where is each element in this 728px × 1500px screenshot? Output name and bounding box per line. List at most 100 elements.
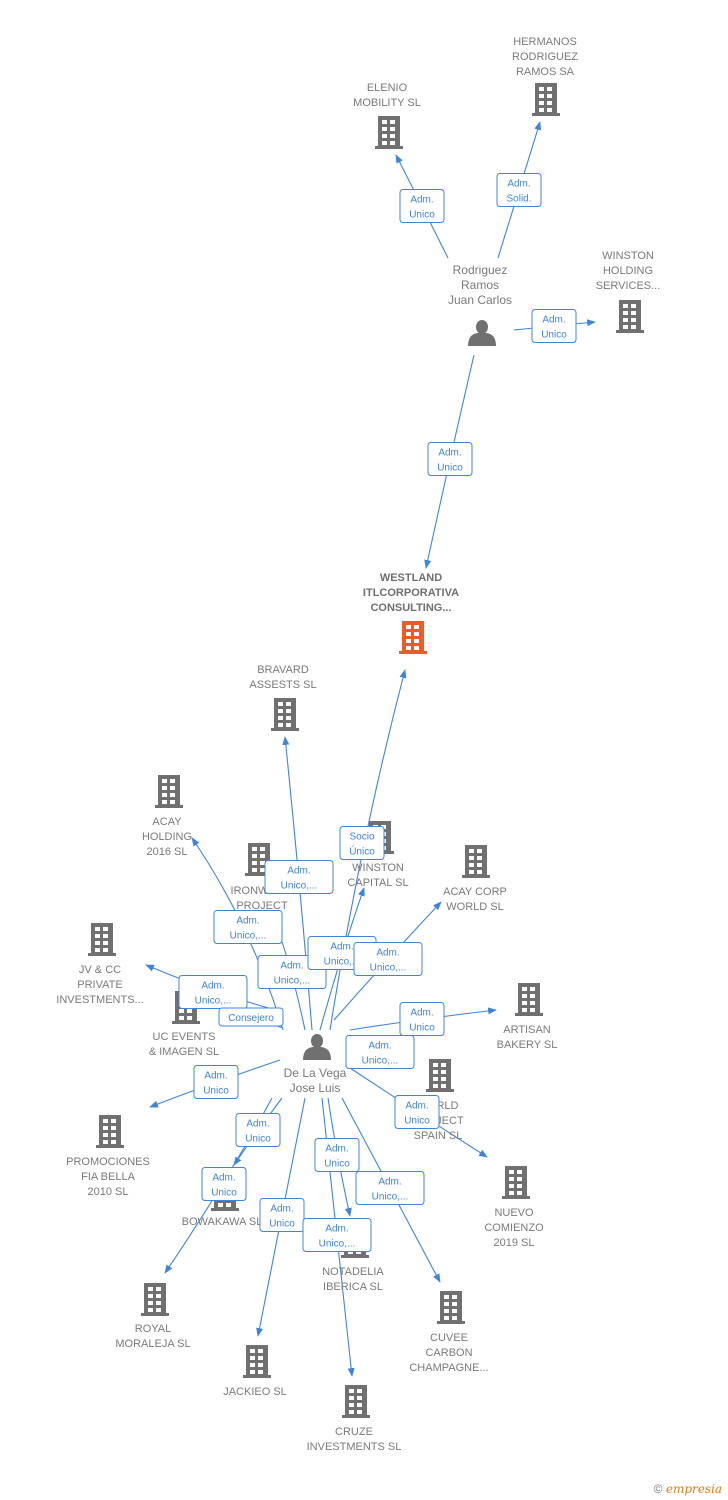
edge-label-text: Unico xyxy=(211,1188,237,1199)
edge-label-text: Unico xyxy=(203,1086,229,1097)
edge-label-text: Adm. xyxy=(325,1224,348,1235)
building-icon xyxy=(437,1291,465,1324)
node-label: ARTISAN xyxy=(503,1024,551,1036)
node-label: Rodriguez xyxy=(453,263,508,277)
node-cruze[interactable]: CRUZE INVESTMENTS SL xyxy=(307,1385,402,1453)
edge-label-box[interactable]: Adm. Unico xyxy=(399,1002,445,1036)
edge-label-text: Adm. xyxy=(287,866,310,877)
edge-label-text: Adm. xyxy=(376,948,399,959)
person-icon xyxy=(303,1034,331,1060)
empresia-logo[interactable]: empresia xyxy=(666,1482,722,1496)
node-delavega[interactable]: De La VegaJose Luis xyxy=(284,1034,347,1095)
node-acay_holding[interactable]: ACAY HOLDING 2016 SL xyxy=(142,775,192,858)
node-label: BOWAKAWA SL xyxy=(182,1216,263,1228)
node-label: RODRIGUEZ xyxy=(512,51,578,63)
edge-label-text: Adm. xyxy=(438,448,461,459)
edge-label-text: Adm. xyxy=(325,1144,348,1155)
node-label: CONSULTING... xyxy=(370,602,451,614)
edge-label-box[interactable]: Adm. Unico,... xyxy=(345,1035,415,1069)
node-label: CHAMPAGNE... xyxy=(409,1362,488,1374)
node-label: UC EVENTS xyxy=(153,1031,216,1043)
edge-label-text: Adm. xyxy=(280,961,303,972)
edge-label-box[interactable]: Adm. Unico xyxy=(259,1198,305,1232)
node-label: MOBILITY SL xyxy=(353,97,421,109)
node-label: ELENIO xyxy=(367,82,408,94)
edge-label-text: Adm. xyxy=(212,1173,235,1184)
edge-label-box[interactable]: Adm. Unico,... xyxy=(353,942,423,976)
node-label: ACAY CORP xyxy=(443,886,507,898)
node-label: 2019 SL xyxy=(494,1237,535,1249)
node-acay_corp[interactable]: ACAY CORP WORLD SL xyxy=(443,845,507,913)
node-label: WINSTON xyxy=(602,250,654,262)
node-label: 2010 SL xyxy=(88,1186,129,1198)
node-promociones[interactable]: PROMOCIONES FIA BELLA 2010 SL xyxy=(66,1115,150,1198)
edge-label-text: Adm. xyxy=(405,1101,428,1112)
node-winston_holding[interactable]: WINSTON HOLDING SERVICES... xyxy=(596,250,661,333)
node-label: SPAIN SL xyxy=(414,1130,463,1142)
node-label: INVESTMENTS... xyxy=(56,994,143,1006)
edge-label-text: Unico,... xyxy=(274,976,311,987)
node-cuvee[interactable]: CUVEE CARBON CHAMPAGNE... xyxy=(409,1291,489,1374)
node-label: WESTLAND xyxy=(380,572,442,584)
edge-label-text: Unico xyxy=(541,330,567,341)
edge-label-text: Unico,... xyxy=(372,1192,409,1203)
edge-label-box[interactable]: Adm. Solid. xyxy=(496,173,542,207)
edge-label-box[interactable]: Adm. Unico,... xyxy=(213,910,283,944)
node-label: CARBON xyxy=(425,1347,472,1359)
edge-label-box[interactable]: Adm. Unico xyxy=(235,1113,281,1147)
edge-label-box[interactable]: Adm. Unico,... xyxy=(178,975,248,1009)
edge-labels-layer: Adm. Unico Adm. Solid. Adm. Unico Adm. Unico Soc… xyxy=(178,173,577,1252)
edge-label-box[interactable]: Adm. Unico xyxy=(314,1138,360,1172)
edge-label-box[interactable]: Consejero xyxy=(218,1007,284,1027)
node-label: NOTADELIA xyxy=(322,1266,384,1278)
copyright-footer: © empresia xyxy=(654,1482,722,1496)
building-icon xyxy=(155,775,183,808)
node-artisan[interactable]: ARTISAN BAKERY SL xyxy=(497,983,558,1051)
node-rodriguez[interactable]: RodriguezRamosJuan Carlos xyxy=(448,263,512,346)
node-jvcc[interactable]: JV & CC PRIVATE INVESTMENTS... xyxy=(56,923,144,1006)
node-label: WORLD SL xyxy=(446,901,503,913)
node-label: WINSTON xyxy=(352,862,404,874)
edge-label-box[interactable]: Adm. Unico xyxy=(531,309,577,343)
edge-label-box[interactable]: Adm. Unico xyxy=(427,442,473,476)
edge-label-box[interactable]: Adm. Unico xyxy=(399,189,445,223)
edge-label-text: Adm. xyxy=(201,981,224,992)
edge-label-box[interactable]: Socio Único xyxy=(339,826,385,860)
edge-label-text: Unico,... xyxy=(370,963,407,974)
edge-label-text: Unico xyxy=(269,1219,295,1230)
node-label: CUVEE xyxy=(430,1332,468,1344)
edge-label-box[interactable]: Adm. Unico xyxy=(201,1167,247,1201)
node-label: HOLDING xyxy=(603,265,653,277)
edge-label-box[interactable]: Adm. Unico,... xyxy=(355,1171,425,1205)
edge-label-text: Adm. xyxy=(507,179,530,190)
building-icon xyxy=(399,621,427,654)
node-label: SERVICES... xyxy=(596,280,661,292)
node-elenio[interactable]: ELENIO MOBILITY SL xyxy=(353,82,421,149)
edge-label-text: Unico,... xyxy=(230,931,267,942)
network-diagram: HERMANOS RODRIGUEZ RAMOS SA ELENIO MOBILITY … xyxy=(56,36,661,1453)
building-icon xyxy=(532,83,560,116)
node-royal[interactable]: ROYAL MORALEJA SL xyxy=(115,1283,191,1350)
node-label: RAMOS SA xyxy=(516,66,575,78)
node-label: 2016 SL xyxy=(147,846,188,858)
node-bravard[interactable]: BRAVARD ASSESTS SL xyxy=(249,664,317,731)
edge-label-text: Adm. xyxy=(542,315,565,326)
node-label: BRAVARD xyxy=(257,664,309,676)
edge-label-box[interactable]: Adm. Unico,... xyxy=(302,1218,372,1252)
node-hermanos[interactable]: HERMANOS RODRIGUEZ RAMOS SA xyxy=(512,36,578,116)
edge-label-text: Unico xyxy=(409,1023,435,1034)
edge-label-box[interactable]: Adm. Unico xyxy=(193,1065,239,1099)
node-jackieo[interactable]: JACKIEO SL xyxy=(223,1345,287,1398)
building-icon xyxy=(243,1345,271,1378)
node-nuevo[interactable]: NUEVO COMIENZO 2019 SL xyxy=(484,1166,544,1249)
building-icon xyxy=(426,1059,454,1092)
node-label: NUEVO xyxy=(494,1207,534,1219)
edge-label-box[interactable]: Adm. Unico,... xyxy=(264,860,334,894)
building-icon xyxy=(515,983,543,1016)
edge-label-box[interactable]: Adm. Unico xyxy=(394,1095,440,1129)
node-westland[interactable]: WESTLAND ITLCORPORATIVA CONSULTING... xyxy=(363,572,459,654)
building-icon xyxy=(88,923,116,956)
node-label: Juan Carlos xyxy=(448,293,512,307)
edge-label-text: Adm. xyxy=(330,942,353,953)
edge-label-text: Unico xyxy=(245,1134,271,1145)
